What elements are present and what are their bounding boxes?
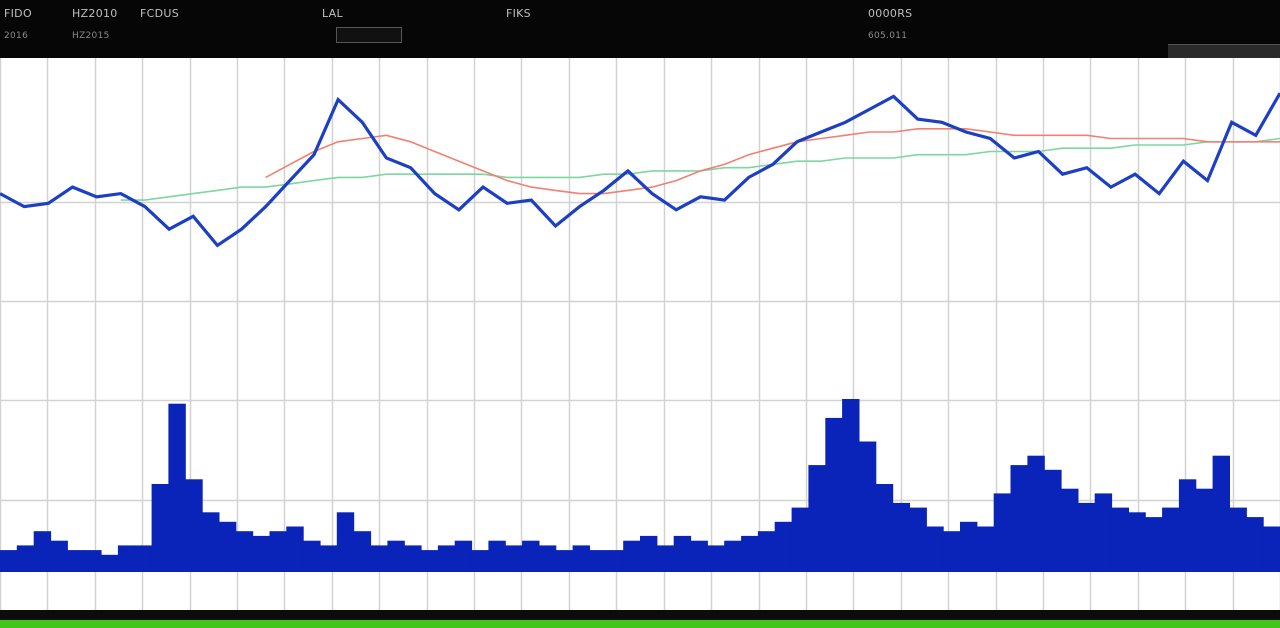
header-subfield-3: 605.011 bbox=[868, 31, 908, 41]
volume-bar bbox=[640, 535, 658, 569]
series-line-ma-short bbox=[120, 137, 1280, 201]
volume-bar bbox=[370, 545, 388, 569]
volume-bar bbox=[858, 441, 877, 569]
volume-bar bbox=[252, 535, 270, 569]
volume-bar bbox=[33, 531, 52, 569]
header-field-3[interactable]: FCDUS bbox=[140, 4, 179, 24]
header-row-1: FIDO HZ2010 FCDUS LAL FIKS 0000RS bbox=[0, 4, 1280, 24]
volume-bar bbox=[134, 545, 153, 569]
volume-bar bbox=[926, 526, 944, 569]
volume-bar bbox=[185, 479, 203, 569]
volume-bar bbox=[623, 540, 641, 569]
volume-bar bbox=[960, 521, 978, 569]
volume-bar bbox=[151, 484, 169, 569]
header-field-4[interactable]: LAL bbox=[322, 4, 343, 24]
volume-bar bbox=[1246, 517, 1264, 569]
volume-bar bbox=[168, 403, 186, 569]
volume-bar bbox=[235, 531, 254, 569]
volume-bar bbox=[1128, 512, 1146, 569]
volume-bar bbox=[1145, 517, 1163, 569]
volume-bar bbox=[1027, 455, 1045, 569]
volume-baseline bbox=[0, 569, 1280, 572]
volume-bar bbox=[202, 512, 220, 569]
volume-bar bbox=[286, 526, 304, 569]
volume-bar bbox=[488, 540, 506, 569]
volume-bar bbox=[454, 540, 473, 569]
volume-bar bbox=[1111, 507, 1129, 569]
volume-bar bbox=[1094, 493, 1113, 569]
volume-bar bbox=[101, 554, 119, 569]
volume-bar bbox=[538, 545, 557, 569]
volume-bar bbox=[522, 540, 540, 569]
header-field-1[interactable]: FIDO bbox=[4, 4, 32, 24]
volume-bar bbox=[117, 545, 136, 569]
volume-bar bbox=[589, 550, 607, 569]
volume-bar bbox=[303, 540, 321, 569]
volume-bar bbox=[1195, 488, 1214, 569]
symbol-selector[interactable] bbox=[336, 27, 402, 43]
volume-bar bbox=[1178, 479, 1197, 569]
volume-bar bbox=[437, 545, 456, 569]
toolbar: FIDO HZ2010 FCDUS LAL FIKS 0000RS 2016 H… bbox=[0, 0, 1280, 59]
volume-bar bbox=[16, 545, 35, 569]
volume-bar bbox=[1162, 507, 1180, 569]
series-line-ma-long bbox=[265, 128, 1280, 195]
volume-bar bbox=[757, 531, 776, 569]
volume-bar bbox=[1212, 455, 1230, 569]
price-volume-chart[interactable] bbox=[0, 58, 1280, 610]
volume-bar bbox=[690, 540, 708, 569]
volume-bar bbox=[808, 465, 826, 569]
header-field-5[interactable]: FIKS bbox=[506, 4, 531, 24]
volume-bar bbox=[387, 540, 405, 569]
volume-bar bbox=[943, 531, 961, 569]
volume-bar bbox=[50, 540, 68, 569]
volume-bar bbox=[825, 417, 843, 569]
volume-bar bbox=[724, 540, 742, 569]
header-subfield-2: HZ2015 bbox=[72, 31, 110, 41]
volume-bar bbox=[555, 550, 574, 569]
volume-bar bbox=[791, 507, 809, 569]
volume-bar bbox=[269, 531, 287, 569]
volume-bar bbox=[505, 545, 523, 569]
volume-bar bbox=[67, 550, 85, 569]
volume-bar bbox=[404, 545, 422, 569]
volume-bar bbox=[1010, 465, 1028, 569]
volume-bar bbox=[707, 545, 725, 569]
volume-bar bbox=[1061, 488, 1079, 569]
volume-bar bbox=[993, 493, 1012, 569]
volume-bar bbox=[0, 550, 18, 569]
header-field-6[interactable]: 0000RS bbox=[868, 4, 912, 24]
series-line-price bbox=[0, 92, 1280, 248]
volume-bar bbox=[1077, 502, 1096, 569]
header-field-2[interactable]: HZ2010 bbox=[72, 4, 118, 24]
volume-bar bbox=[976, 526, 995, 569]
volume-bar bbox=[1263, 526, 1280, 569]
volume-bar bbox=[471, 550, 489, 569]
volume-bar bbox=[606, 550, 624, 569]
volume-bar bbox=[421, 550, 439, 569]
volume-bar bbox=[892, 502, 910, 569]
volume-bar bbox=[218, 521, 237, 569]
volume-bar bbox=[875, 484, 894, 569]
volume-bar bbox=[1044, 469, 1062, 569]
volume-bar bbox=[84, 550, 102, 569]
volume-bar bbox=[353, 531, 372, 569]
header-row-2: 2016 HZ2015 605.011 bbox=[0, 26, 1280, 46]
volume-bar bbox=[320, 545, 338, 569]
volume-bar bbox=[673, 535, 692, 569]
header-subfield-1: 2016 bbox=[4, 31, 29, 41]
volume-bar bbox=[774, 521, 793, 569]
footer-bar bbox=[0, 610, 1280, 628]
status-strip bbox=[0, 620, 1280, 628]
volume-bar bbox=[741, 535, 759, 569]
volume-bar bbox=[1229, 507, 1247, 569]
volume-bar bbox=[909, 507, 927, 569]
volume-bar bbox=[336, 512, 355, 569]
volume-bar bbox=[842, 399, 860, 569]
chart-plot-area[interactable] bbox=[0, 58, 1280, 610]
volume-bar bbox=[656, 545, 675, 569]
panel-tab[interactable] bbox=[1168, 44, 1280, 59]
volume-bar bbox=[572, 545, 590, 569]
